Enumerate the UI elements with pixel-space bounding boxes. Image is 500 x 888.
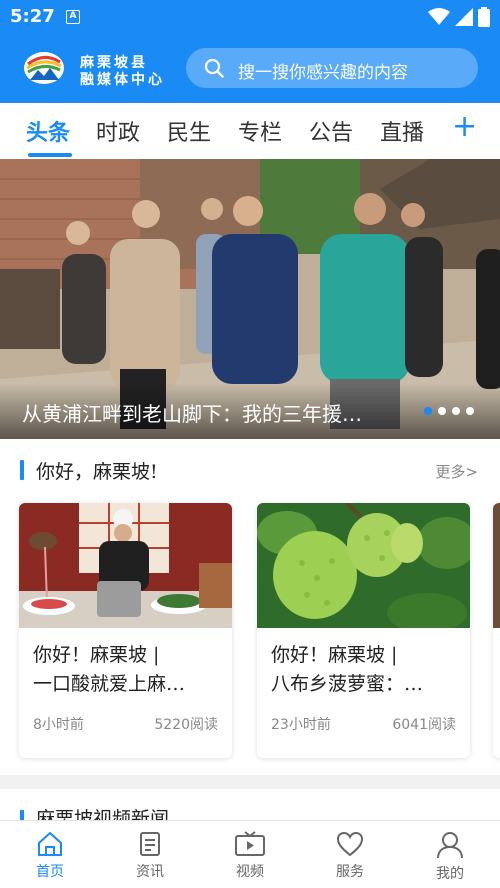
nav-video[interactable]: 视频 [210, 827, 290, 885]
nav-home[interactable]: 首页 [10, 827, 90, 885]
banner-caption: 从黄浦江畔到老山脚下：我的三年援… [22, 402, 362, 426]
news-card-title-line1: 你好！麻栗坡 | [33, 644, 160, 666]
news-card-image [257, 503, 470, 628]
wifi-icon [428, 8, 450, 25]
nav-video-label: 视频 [236, 864, 264, 880]
tab-live[interactable]: 直播 [380, 115, 424, 147]
news-card-peek[interactable] [493, 503, 500, 758]
banner-carousel[interactable]: 从黄浦江畔到老山脚下：我的三年援… [0, 159, 500, 439]
tab-politics[interactable]: 时政 [96, 115, 140, 147]
active-tab-indicator [28, 153, 72, 157]
category-tabs: 头条 时政 民生 专栏 公告 直播 + [0, 103, 500, 159]
logo-mark-icon [24, 52, 64, 84]
news-card-reads: 6041阅读 [392, 717, 456, 733]
news-icon [140, 832, 160, 856]
tab-livelihood[interactable]: 民生 [167, 115, 211, 147]
news-card-title-line2: 一口酸就爱上麻… [33, 673, 186, 695]
search-input[interactable]: 搜一搜你感兴趣的内容 [186, 48, 478, 88]
carousel-dot[interactable] [438, 407, 446, 415]
add-tab-button[interactable]: + [452, 112, 477, 142]
nav-profile-label: 我的 [436, 866, 464, 882]
status-time: 5:27 [10, 6, 55, 27]
bottom-nav: 首页 资讯 视频 服务 我的 [0, 820, 500, 888]
logo-text-line2: 融媒体中心 [80, 72, 165, 88]
carousel-dots [424, 407, 474, 415]
nav-home-label: 首页 [36, 864, 64, 880]
news-card-reads: 5220阅读 [154, 717, 218, 733]
search-icon [204, 58, 224, 78]
app-header: 5:27 A 麻栗坡县 融媒体中心 搜一搜你感兴趣的内容 [0, 0, 500, 103]
notification-badge-icon: A [66, 10, 80, 24]
search-placeholder: 搜一搜你感兴趣的内容 [238, 63, 408, 83]
news-card-title-line2: 八布乡菠萝蜜：… [271, 673, 424, 695]
battery-icon [478, 7, 490, 27]
news-card-time: 23小时前 [271, 717, 331, 733]
carousel-dot[interactable] [424, 407, 432, 415]
tab-columns[interactable]: 专栏 [238, 115, 282, 147]
news-card-title: 你好！麻栗坡 | 八布乡菠萝蜜：… [271, 641, 461, 699]
user-icon [437, 832, 463, 859]
nav-news-label: 资讯 [136, 864, 164, 880]
section-title: 你好，麻栗坡! [36, 461, 158, 483]
news-card-title: 你好！麻栗坡 | 一口酸就爱上麻… [33, 641, 223, 699]
news-card[interactable]: 你好！麻栗坡 | 一口酸就爱上麻… 8小时前 5220阅读 [19, 503, 232, 758]
news-card-image [19, 503, 232, 628]
heart-icon [336, 831, 364, 857]
news-card-time: 8小时前 [33, 717, 84, 733]
nav-news[interactable]: 资讯 [110, 827, 190, 885]
news-card-title-line1: 你好！麻栗坡 | [271, 644, 398, 666]
home-icon [38, 832, 62, 856]
app-logo[interactable]: 麻栗坡县 融媒体中心 [22, 48, 170, 88]
more-link[interactable]: 更多> [435, 461, 478, 482]
news-card-image [493, 503, 500, 628]
video-icon [235, 831, 265, 856]
nav-profile[interactable]: 我的 [410, 827, 490, 885]
carousel-dot[interactable] [466, 407, 474, 415]
signal-icon [455, 8, 473, 26]
news-card[interactable]: 你好！麻栗坡 | 八布乡菠萝蜜：… 23小时前 6041阅读 [257, 503, 470, 758]
section-divider [0, 775, 500, 789]
nav-services[interactable]: 服务 [310, 827, 390, 885]
section-hello-malipo: 你好，麻栗坡! 更多> [0, 446, 500, 494]
nav-services-label: 服务 [336, 864, 364, 880]
tab-notices[interactable]: 公告 [309, 115, 353, 147]
system-icons [428, 7, 490, 27]
section-accent-bar [20, 460, 24, 480]
status-bar: 5:27 A [0, 0, 500, 36]
tab-headlines[interactable]: 头条 [26, 115, 70, 147]
carousel-dot[interactable] [452, 407, 460, 415]
